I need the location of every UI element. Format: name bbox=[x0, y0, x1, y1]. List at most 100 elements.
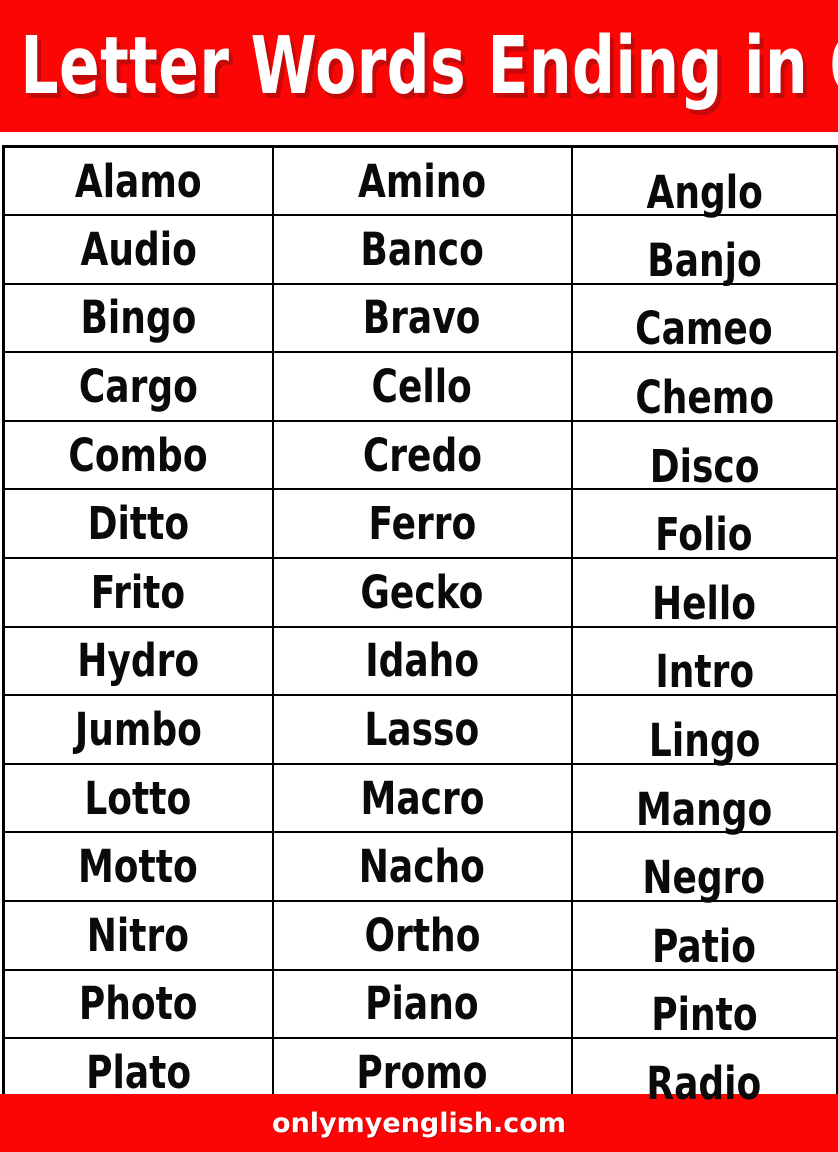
word-cell: Gecko bbox=[271, 557, 573, 628]
word-cell: Motto bbox=[2, 831, 274, 903]
word-label: Bravo bbox=[363, 291, 481, 345]
word-label: Credo bbox=[362, 428, 482, 482]
word-label: Cargo bbox=[78, 360, 198, 414]
word-cell: Ferro bbox=[271, 488, 573, 560]
word-label: Disco bbox=[649, 439, 760, 493]
table-row: Motto Nacho Negro bbox=[2, 831, 838, 905]
word-cell: Jumbo bbox=[2, 694, 274, 765]
table-row: Plato Promo Radio bbox=[2, 1037, 838, 1110]
word-cell: Macro bbox=[271, 762, 573, 834]
word-cell: Ditto bbox=[2, 488, 274, 560]
table-row: Photo Piano Pinto bbox=[2, 968, 838, 1042]
word-cell: Cello bbox=[271, 351, 573, 422]
word-label: Macro bbox=[360, 771, 484, 825]
word-label: Promo bbox=[356, 1045, 488, 1099]
word-cell: Frito bbox=[2, 557, 274, 628]
word-cell: Alamo bbox=[2, 145, 274, 217]
table-row: Alamo Amino Anglo bbox=[2, 145, 838, 219]
word-label: Idaho bbox=[365, 634, 479, 688]
word-label: Folio bbox=[655, 508, 753, 562]
word-label: Pinto bbox=[651, 988, 758, 1042]
word-cell: Bravo bbox=[271, 282, 573, 354]
word-label: Patio bbox=[652, 919, 757, 973]
word-cell: Idaho bbox=[271, 625, 573, 697]
word-label: Chemo bbox=[634, 371, 774, 425]
word-label: Audio bbox=[80, 222, 197, 276]
word-cell: Cameo bbox=[570, 282, 838, 356]
word-label: Negro bbox=[642, 851, 766, 905]
word-cell: Combo bbox=[2, 419, 274, 491]
word-cell: Bingo bbox=[2, 282, 274, 354]
word-cell: Disco bbox=[570, 419, 838, 493]
table-row: Nitro Ortho Patio bbox=[2, 900, 838, 973]
word-label: Combo bbox=[68, 428, 208, 482]
word-cell: Nitro bbox=[2, 900, 274, 971]
word-label: Alamo bbox=[74, 154, 202, 208]
word-label: Lingo bbox=[648, 714, 760, 768]
word-cell: Amino bbox=[271, 145, 573, 217]
word-cell: Patio bbox=[570, 900, 838, 973]
word-cell: Lasso bbox=[271, 694, 573, 765]
table-row: Frito Gecko Hello bbox=[2, 557, 838, 630]
word-label: Photo bbox=[78, 977, 198, 1031]
word-cell: Chemo bbox=[570, 351, 838, 425]
word-label: Lotto bbox=[84, 771, 192, 825]
word-label: Ferro bbox=[368, 497, 476, 551]
word-cell: Banco bbox=[271, 214, 573, 285]
word-table-body: Alamo Amino Anglo Audio Banco Banjo Bing… bbox=[2, 145, 838, 1110]
word-label: Cameo bbox=[635, 302, 773, 356]
table-row: Cargo Cello Chemo bbox=[2, 351, 838, 425]
table-row: Combo Credo Disco bbox=[2, 419, 838, 493]
word-cell: Pinto bbox=[570, 968, 838, 1042]
word-cell: Ortho bbox=[271, 900, 573, 971]
table-row: Lotto Macro Mango bbox=[2, 762, 838, 836]
word-label: Ditto bbox=[87, 497, 189, 551]
word-label: Mango bbox=[636, 782, 773, 836]
word-cell: Lingo bbox=[570, 694, 838, 768]
word-cell: Nacho bbox=[271, 831, 573, 903]
word-cell: Banjo bbox=[570, 214, 838, 287]
table-row: Jumbo Lasso Lingo bbox=[2, 694, 838, 768]
word-label: Amino bbox=[357, 154, 487, 208]
word-cell: Intro bbox=[570, 625, 838, 699]
word-label: Banjo bbox=[647, 233, 762, 287]
word-list-poster: 5 Letter Words Ending in O Alamo Amino A… bbox=[0, 0, 838, 1152]
word-cell: Piano bbox=[271, 968, 573, 1040]
word-cell: Lotto bbox=[2, 762, 274, 834]
word-cell: Mango bbox=[570, 762, 838, 836]
table-row: Bingo Bravo Cameo bbox=[2, 282, 838, 356]
word-label: Radio bbox=[646, 1056, 762, 1110]
word-label: Gecko bbox=[360, 565, 484, 619]
word-label: Plato bbox=[85, 1045, 191, 1099]
word-cell: Folio bbox=[570, 488, 838, 562]
word-label: Bingo bbox=[80, 291, 197, 345]
site-attribution: onlymyenglish.com bbox=[272, 1107, 566, 1139]
word-cell: Negro bbox=[570, 831, 838, 905]
table-row: Hydro Idaho Intro bbox=[2, 625, 838, 699]
word-label: Motto bbox=[78, 840, 199, 894]
word-table: Alamo Amino Anglo Audio Banco Banjo Bing… bbox=[2, 145, 838, 1110]
word-cell: Hydro bbox=[2, 625, 274, 697]
table-row: Ditto Ferro Folio bbox=[2, 488, 838, 562]
table-row: Audio Banco Banjo bbox=[2, 214, 838, 287]
word-label: Hydro bbox=[77, 634, 200, 688]
word-label: Anglo bbox=[646, 165, 763, 219]
word-label: Ortho bbox=[364, 908, 480, 962]
word-cell: Credo bbox=[271, 419, 573, 491]
word-label: Hello bbox=[652, 576, 757, 630]
word-label: Frito bbox=[91, 565, 186, 619]
word-label: Piano bbox=[365, 977, 479, 1031]
word-label: Jumbo bbox=[74, 703, 202, 757]
word-label: Banco bbox=[360, 222, 484, 276]
word-cell: Hello bbox=[570, 557, 838, 630]
word-cell: Anglo bbox=[570, 145, 838, 219]
word-cell: Photo bbox=[2, 968, 274, 1040]
word-label: Lasso bbox=[364, 703, 480, 757]
word-label: Nitro bbox=[87, 908, 190, 962]
word-cell: Audio bbox=[2, 214, 274, 285]
word-label: Cello bbox=[371, 360, 473, 414]
page-title: 5 Letter Words Ending in O bbox=[0, 19, 838, 112]
word-table-container: Alamo Amino Anglo Audio Banco Banjo Bing… bbox=[0, 132, 838, 1109]
word-label: Intro bbox=[654, 645, 754, 699]
word-label: Nacho bbox=[358, 840, 486, 894]
